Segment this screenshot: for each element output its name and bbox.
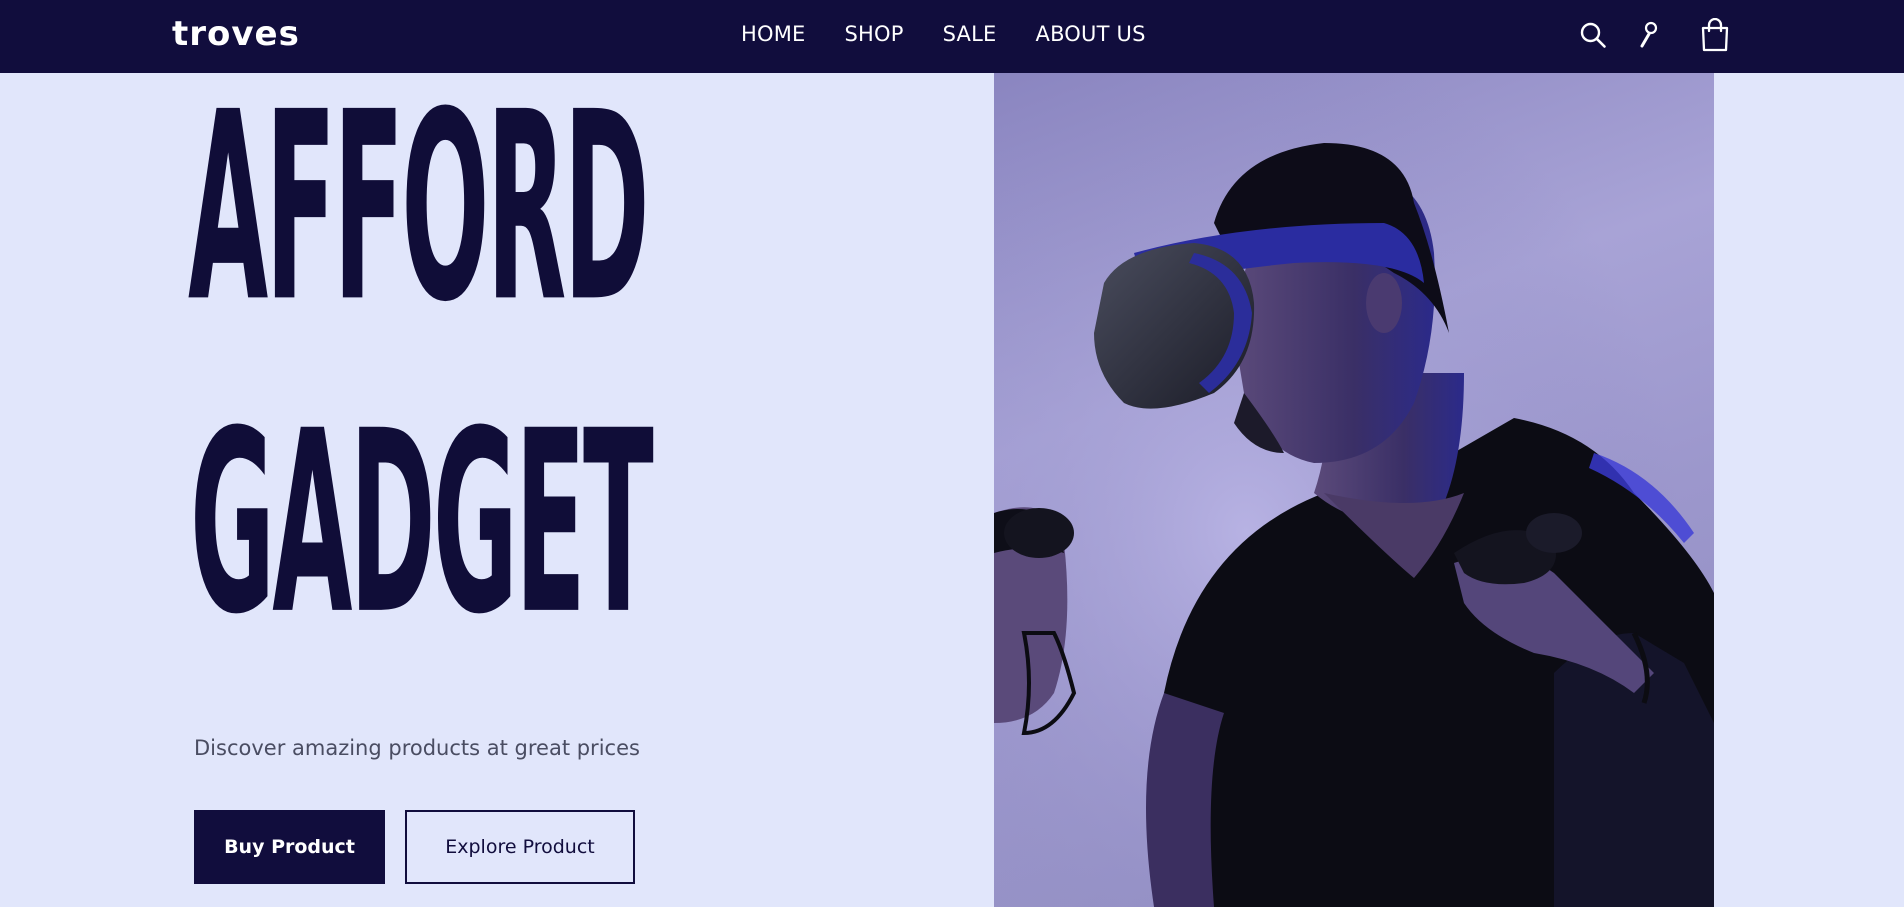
shopping-bag-icon[interactable] xyxy=(1700,18,1730,52)
hero-image xyxy=(994,73,1714,907)
explore-product-button[interactable]: Explore Product xyxy=(405,810,635,884)
search-icon[interactable] xyxy=(1579,21,1607,49)
hero-title-line-1: AFFORD xyxy=(188,56,650,359)
vr-man-illustration xyxy=(994,73,1714,907)
nav-home[interactable]: HOME xyxy=(741,22,806,46)
buy-product-button[interactable]: Buy Product xyxy=(194,810,385,884)
page: troves HOME SHOP SALE ABOUT US AFFORD GA… xyxy=(0,0,1904,907)
main-nav: HOME SHOP SALE ABOUT US xyxy=(741,22,1185,46)
hero-title-line-2: GADGET xyxy=(190,376,654,670)
nav-shop[interactable]: SHOP xyxy=(845,22,904,46)
nav-about-us[interactable]: ABOUT US xyxy=(1036,22,1146,46)
user-icon[interactable] xyxy=(1638,21,1660,49)
hero-subtitle: Discover amazing products at great price… xyxy=(194,736,640,760)
brand-logo[interactable]: troves xyxy=(172,14,300,54)
nav-sale[interactable]: SALE xyxy=(943,22,997,46)
